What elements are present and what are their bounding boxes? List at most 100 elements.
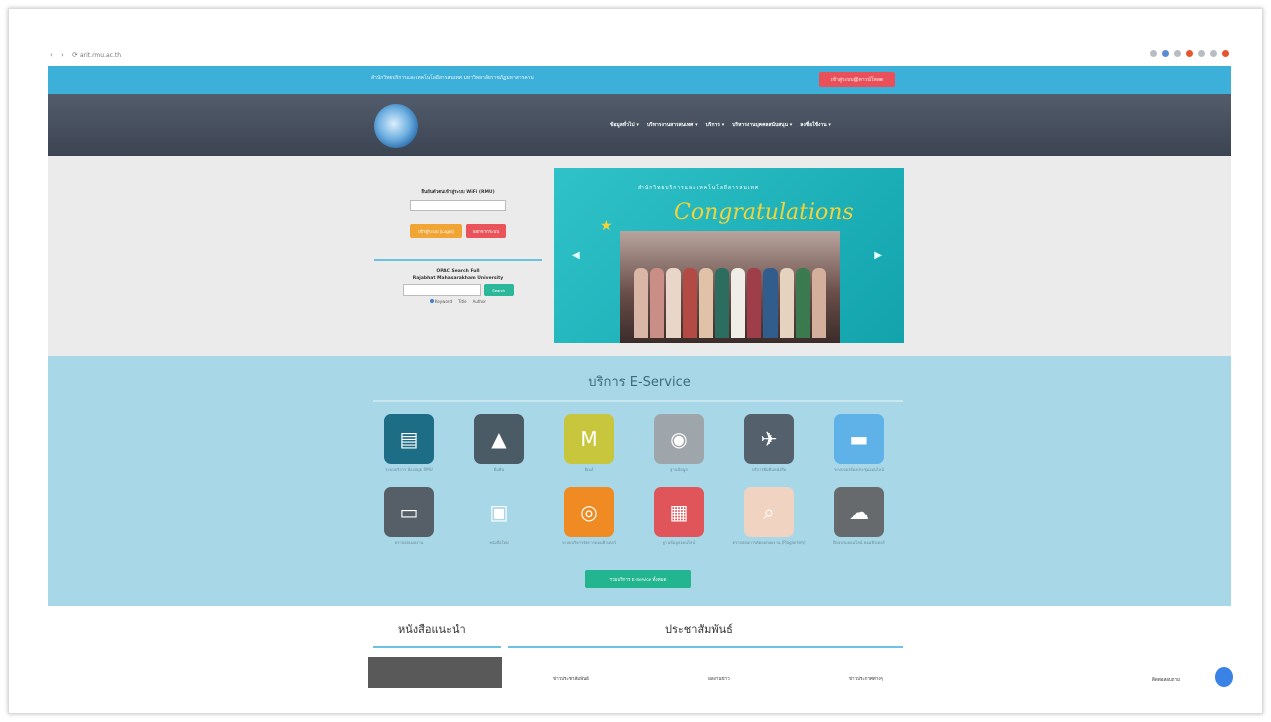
nav-item-signin[interactable]: ลงชื่อใช้งาน ▾ [800,121,831,129]
hero-section: ยืนยันตัวตนเข้าสู่ระบบ WiFi (RMU) เข้าสู… [48,156,1231,356]
opac-title-1: OPAC Search Full [436,269,480,274]
extension-icons [1150,50,1229,57]
star-icon: ★ [600,218,613,234]
calendar-icon: ▭ [384,487,434,537]
e-service-label: ระบบบริการ ห้องสมุด RMU [385,467,433,472]
recommended-underline [373,646,501,648]
wifi-login-box: ยืนยันตัวตนเข้าสู่ระบบ WiFi (RMU) เข้าสู… [373,188,543,238]
extension-icon[interactable] [1174,50,1181,57]
opac-search-row: Search [373,284,543,296]
radio-author[interactable]: Author [473,299,486,304]
wifi-logout-button[interactable]: ออกจากระบบ [466,224,506,238]
e-service-label: ระบบบริหารจัดการคอมพิวเตอร์ [562,540,616,545]
radio-selected-icon [429,299,434,303]
wifi-login-button[interactable]: เข้าสู่ระบบ (Login) [410,224,462,238]
e-service-label: ตรวจสอบผลงาน [394,540,424,545]
all-e-services-button[interactable]: รวมบริการ E-Service ทั้งหมด [585,570,691,588]
address-bar[interactable]: arit.rmu.ac.th [80,52,121,59]
e-service-section: บริการ E-Service ▤ ระบบบริการ ห้องสมุด RM… [48,356,1231,606]
opac-search-button[interactable]: Search [483,284,514,296]
banner-script-text: Congratulations [674,200,854,225]
nav-item-general[interactable]: ข้อมูลทั่วไป ▾ [610,121,639,129]
booking-icon: ▬ [834,414,884,464]
opac-search-input[interactable] [402,284,481,296]
hero-divider [374,259,542,261]
presentation-icon: ▦ [654,487,704,537]
e-service-label: ระบบจองห้องประชุมออนไลน์ [834,467,884,472]
e-service-tile[interactable]: ◉ ฐานข้อมูล [634,414,724,473]
e-service-label: ฝึกอบรมออนไลน์ คอมพิวเตอร์ [833,540,885,545]
e-service-title: บริการ E-Service [588,375,691,390]
e-service-tile[interactable]: ⌕ ตรวจสอบการคัดลอกผลงาน (Plagiarism) [724,487,814,546]
public-relations-title: ประชาสัมพันธ์ [665,623,733,636]
extension-icon[interactable] [1186,50,1193,57]
e-service-tile[interactable]: ▤ ระบบบริการ ห้องสมุด RMU [364,414,454,473]
top-notice-text: สำนักวิทยบริการและเทคโนโลยีสารสนเทศ มหาว… [371,75,534,81]
e-service-label: ฐานข้อมูลออนไลน์ [662,540,696,545]
extension-icon[interactable] [1150,50,1157,57]
banner-caption: สำนักวิทยบริการและเทคโนโลยีสารสนเทศ [638,185,760,191]
fingerprint-icon: ⌕ [744,487,794,537]
pr-tabs: ข่าวประชาสัมพันธ์ ผลงานข่าว ข่าวประกาศต่… [553,675,883,682]
radio-keyword[interactable]: Keyword [429,299,452,304]
tab-pr-news[interactable]: ข่าวประชาสัมพันธ์ [553,675,589,682]
e-service-underline [373,400,903,402]
news-banner-carousel[interactable]: สำนักวิทยบริการและเทคโนโลยีสารสนเทศ Cong… [554,168,904,343]
banner-people [634,258,827,338]
bell-icon: ▲ [474,414,524,464]
nav-menu: ข้อมูลทั่วไป ▾ บริหารงานสารสนเทศ ▾ บริกา… [610,121,831,129]
e-service-tile[interactable]: ▣ หนังสือใหม่ [454,487,544,546]
e-service-tile[interactable]: ▦ ฐานข้อมูลออนไลน์ [634,487,724,546]
top-info-bar: สำนักวิทยบริการและเทคโนโลยีสารสนเทศ มหาว… [48,66,1231,94]
main-navbar: ข้อมูลทั่วไป ▾ บริหารงานสารสนเทศ ▾ บริกา… [48,94,1231,156]
e-service-tile[interactable]: ▬ ระบบจองห้องประชุมออนไลน์ [814,414,904,473]
extension-icon[interactable] [1198,50,1205,57]
opac-search-options: Keyword Title Author [373,299,543,304]
nav-item-personnel[interactable]: บริหารงานบุคคลสนับสนุน ▾ [732,121,792,129]
tab-works-news[interactable]: ผลงานข่าว [708,675,729,682]
pr-underline [508,646,903,648]
e-service-tile[interactable]: ▲ ยืมคืน [454,414,544,473]
nav-item-services[interactable]: บริการ ▾ [706,121,725,129]
e-service-label: ตรวจสอบการคัดลอกผลงาน (Plagiarism) [732,540,806,545]
library-card-icon: ▤ [384,414,434,464]
e-service-tile[interactable]: ☁ ฝึกอบรมออนไลน์ คอมพิวเตอร์ [814,487,904,546]
mail-icon: M [564,414,614,464]
database-icon: ◉ [654,414,704,464]
delivery-icon: ✈ [744,414,794,464]
university-logo[interactable] [374,104,418,148]
wifi-username-input[interactable] [410,200,506,211]
carousel-next-icon[interactable]: ▶ [874,250,882,261]
e-service-label: อีเมล์ [584,467,594,472]
e-service-tile[interactable]: ◎ ระบบบริหารจัดการคอมพิวเตอร์ [544,487,634,546]
radio-title[interactable]: Title [458,299,467,304]
opac-search-box: OPAC Search Full Rajabhat Mahasarakham U… [373,268,543,304]
e-service-grid: ▤ ระบบบริการ ห้องสมุด RMU ▲ ยืมคืน M อีเมล์ ◉ ฐ… [364,414,924,546]
chat-bubble-icon[interactable] [1215,667,1233,687]
browser-toolbar: ‹ › ⟳ arit.rmu.ac.th [48,48,1231,64]
top-login-button[interactable]: เข้าสู่ระบบ@ดาวน์โหลด [819,72,895,87]
extension-icon[interactable] [1210,50,1217,57]
carousel-prev-icon[interactable]: ◀ [572,250,580,261]
e-service-tile[interactable]: M อีเมล์ [544,414,634,473]
e-service-tile[interactable]: ▭ ตรวจสอบผลงาน [364,487,454,546]
tab-announcements[interactable]: ข่าวประกาศต่างๆ [849,675,883,682]
wifi-login-label: ยืนยันตัวตนเข้าสู่ระบบ WiFi (RMU) [421,190,495,195]
laptop-icon: ▣ [474,487,524,537]
e-service-label: บริการยืมคืนหนังสือ [751,467,787,472]
bottom-section: หนังสือแนะนำ ประชาสัมพันธ์ ข่าวประชาสัมพ… [48,606,1231,688]
browser-nav-buttons[interactable]: ‹ › ⟳ [50,51,81,59]
recommended-books-title: หนังสือแนะนำ [398,623,466,636]
e-service-label: หนังสือใหม่ [489,540,509,545]
e-service-label: ฐานข้อมูล [670,467,688,472]
wifi-login-buttons: เข้าสู่ระบบ (Login) ออกจากระบบ [373,224,543,238]
opac-title-2: Rajabhat Mahasarakham University [412,276,504,281]
e-service-tile[interactable]: ✈ บริการยืมคืนหนังสือ [724,414,814,473]
profile-avatar[interactable] [1222,50,1229,57]
monitor-icon: ◎ [564,487,614,537]
cloud-laptop-icon: ☁ [834,487,884,537]
nav-item-information[interactable]: บริหารงานสารสนเทศ ▾ [647,121,698,129]
extension-icon[interactable] [1162,50,1169,57]
recommended-book-cover[interactable] [368,657,502,688]
chat-label[interactable]: ติดต่อสอบถาม [1152,676,1180,683]
